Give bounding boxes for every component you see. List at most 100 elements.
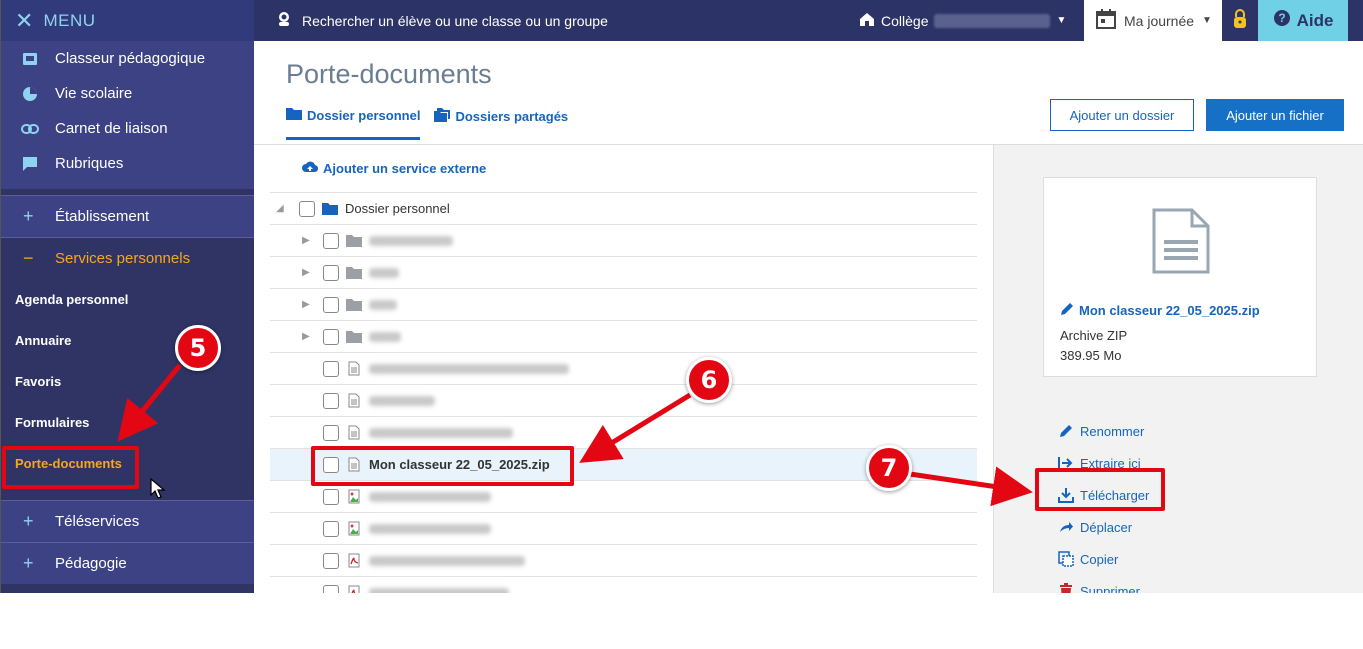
- checkbox[interactable]: [323, 264, 339, 281]
- menu-toggle[interactable]: ✕ MENU: [1, 0, 254, 41]
- section-etablissement[interactable]: + Établissement: [1, 195, 254, 237]
- collapse-icon: ◢: [276, 203, 284, 214]
- checkbox[interactable]: [323, 392, 339, 409]
- menu-label: MENU: [43, 10, 96, 30]
- chat-icon: [21, 156, 39, 172]
- college-selector[interactable]: Collège ▼: [859, 0, 1084, 41]
- redacted-name: [369, 555, 525, 566]
- annotation-step-5: 5: [175, 325, 221, 371]
- image-icon: [345, 489, 363, 505]
- move-action[interactable]: Déplacer: [1058, 511, 1149, 543]
- tab-dossier-personnel[interactable]: Dossier personnel: [286, 107, 421, 140]
- section-label: Établissement: [55, 208, 150, 225]
- pie-icon: [21, 86, 39, 102]
- lock-button[interactable]: [1222, 0, 1258, 41]
- copy-action[interactable]: Copier: [1058, 543, 1149, 575]
- sidebar-item-favoris[interactable]: Favoris: [1, 361, 254, 402]
- pdf-icon: [345, 585, 363, 593]
- redacted-name: [369, 331, 401, 342]
- annotation-step-7: 7: [866, 445, 912, 491]
- help-button[interactable]: ? Aide: [1258, 0, 1348, 41]
- document-icon: [345, 425, 363, 441]
- tree-row-file[interactable]: [270, 545, 977, 577]
- action-label: Copier: [1080, 551, 1119, 567]
- sidebar-item-label: Carnet de liaison: [55, 120, 168, 137]
- checkbox[interactable]: [323, 232, 339, 249]
- pencil-icon: [1060, 302, 1074, 319]
- sidebar-item-agenda[interactable]: Agenda personnel: [1, 279, 254, 320]
- section-label: Téléservices: [55, 513, 140, 530]
- file-size: 389.95 Mo: [1060, 348, 1122, 363]
- main-content: Porte-documents Dossier personnel Dossie…: [254, 41, 1363, 593]
- section-teleservices[interactable]: + Téléservices: [1, 500, 254, 542]
- sidebar-item-carnet[interactable]: Carnet de liaison: [1, 111, 254, 146]
- lock-icon: [1232, 9, 1248, 32]
- checkbox[interactable]: [323, 488, 339, 505]
- checkbox[interactable]: [323, 424, 339, 441]
- add-external-label: Ajouter un service externe: [323, 161, 487, 176]
- mouse-cursor-icon: [150, 477, 166, 503]
- checkbox[interactable]: [323, 360, 339, 377]
- plus-icon: +: [23, 511, 34, 531]
- ma-journee-button[interactable]: Ma journée ▼: [1084, 0, 1222, 41]
- redacted-name: [369, 235, 453, 246]
- checkbox[interactable]: [323, 552, 339, 569]
- search-text: Rechercher un élève ou une classe ou un …: [302, 12, 608, 29]
- annotation-step-6: 6: [686, 357, 732, 403]
- expand-icon: ▶: [302, 331, 310, 342]
- file-title[interactable]: Mon classeur 22_05_2025.zip: [1060, 302, 1260, 319]
- folder-icon: [345, 297, 363, 313]
- close-icon: ✕: [15, 7, 34, 33]
- tree-row-file[interactable]: [270, 385, 977, 417]
- checkbox[interactable]: [299, 200, 315, 217]
- sidebar-item-rubriques[interactable]: Rubriques: [1, 146, 254, 181]
- sidebar-item-formulaires[interactable]: Formulaires: [1, 402, 254, 443]
- svg-text:?: ?: [1278, 11, 1285, 25]
- sidebar-item-label: Vie scolaire: [55, 85, 133, 102]
- tree-row-file[interactable]: [270, 513, 977, 545]
- action-label: Déplacer: [1080, 519, 1133, 535]
- add-file-button[interactable]: Ajouter un fichier: [1206, 99, 1344, 131]
- minus-icon: −: [23, 248, 34, 268]
- chevron-down-icon: ▼: [1056, 15, 1067, 26]
- rename-action[interactable]: Renommer: [1058, 415, 1149, 447]
- ma-journee-label: Ma journée: [1124, 12, 1195, 29]
- tree-row-folder[interactable]: ▶: [270, 257, 977, 289]
- delete-action[interactable]: Supprimer: [1058, 575, 1149, 593]
- sidebar-item-classeur[interactable]: Classeur pédagogique: [1, 41, 254, 76]
- tree-row-folder[interactable]: ▶: [270, 289, 977, 321]
- pdf-icon: [345, 553, 363, 569]
- folder-icon: [345, 233, 363, 249]
- image-icon: [345, 521, 363, 537]
- add-external-service-link[interactable]: Ajouter un service externe: [270, 145, 977, 193]
- sidebar-item-label: Classeur pédagogique: [55, 50, 206, 67]
- tree-row-file[interactable]: [270, 353, 977, 385]
- search-field[interactable]: Rechercher un élève ou une classe ou un …: [254, 11, 859, 30]
- shared-folder-icon: [434, 108, 451, 125]
- folder-icon: [345, 329, 363, 345]
- section-pedagogie[interactable]: + Pédagogie: [1, 542, 254, 584]
- tab-dossiers-partages[interactable]: Dossiers partagés: [434, 107, 568, 140]
- details-panel: Mon classeur 22_05_2025.zip Archive ZIP …: [993, 145, 1363, 593]
- checkbox[interactable]: [323, 296, 339, 313]
- tree-row-root[interactable]: ◢ Dossier personnel: [270, 193, 977, 225]
- cloud-upload-icon: [302, 161, 319, 176]
- checkbox[interactable]: [323, 328, 339, 345]
- folder-icon: [286, 107, 302, 123]
- home-icon: [859, 12, 875, 30]
- section-services-personnels[interactable]: − Services personnels: [1, 237, 254, 279]
- file-preview-card: Mon classeur 22_05_2025.zip Archive ZIP …: [1043, 177, 1317, 377]
- tree-row-file[interactable]: [270, 577, 977, 593]
- add-folder-button[interactable]: Ajouter un dossier: [1050, 99, 1194, 131]
- sidebar-item-label: Rubriques: [55, 155, 124, 172]
- checkbox[interactable]: [323, 584, 339, 593]
- sidebar-item-vie-scolaire[interactable]: Vie scolaire: [1, 76, 254, 111]
- section-label: Services personnels: [55, 250, 191, 267]
- college-name-redacted: [934, 13, 1051, 28]
- checkbox[interactable]: [323, 520, 339, 537]
- tree-row-file[interactable]: [270, 417, 977, 449]
- tab-label: Dossier personnel: [307, 107, 421, 123]
- top-bar: Rechercher un élève ou une classe ou un …: [254, 0, 1363, 41]
- tree-row-folder[interactable]: ▶: [270, 225, 977, 257]
- tree-row-folder[interactable]: ▶: [270, 321, 977, 353]
